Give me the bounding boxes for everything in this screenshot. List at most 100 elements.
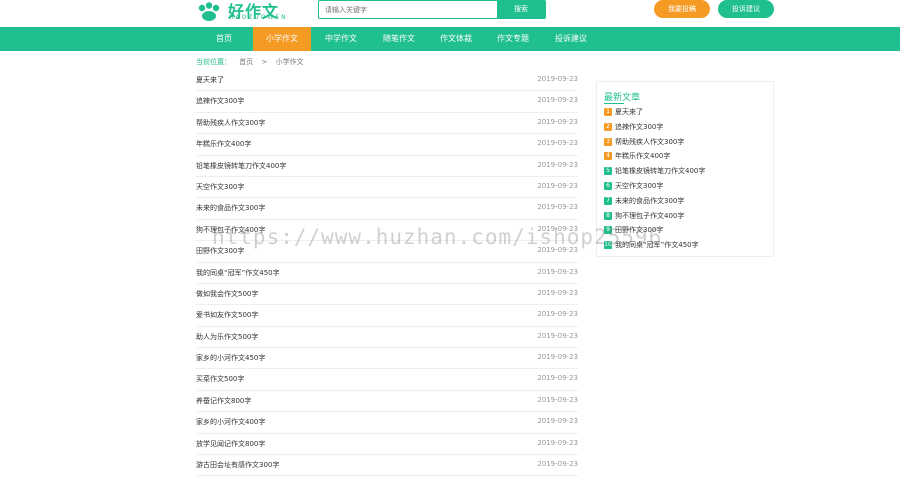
article-title[interactable]: 铅笔橡皮镜转笔刀作文400字 bbox=[196, 161, 286, 171]
breadcrumb-current[interactable]: 小学作文 bbox=[276, 58, 304, 66]
sidebar-item-title[interactable]: 铅笔橡皮镜转笔刀作文400字 bbox=[615, 166, 705, 176]
main-nav: 首页 小学作文 中学作文 随笔作文 作文体裁 作文专题 投诉建议 bbox=[0, 27, 900, 51]
article-title[interactable]: 游古田会址有感作文300字 bbox=[196, 460, 279, 470]
paw-logo-icon bbox=[198, 2, 220, 21]
article-list: 夏天来了 2019-09-23 追辣作文300字 2019-09-23 帮助残疾人作… bbox=[196, 70, 578, 477]
article-date: 2019-09-23 bbox=[537, 353, 578, 362]
nav-item-primary[interactable]: 小学作文 bbox=[253, 27, 311, 51]
list-item[interactable]: 爱书如友作文500字 2019-09-23 bbox=[196, 305, 578, 327]
article-title[interactable]: 帮助残疾人作文300字 bbox=[196, 118, 265, 128]
nav-item-middle[interactable]: 中学作文 bbox=[313, 27, 369, 51]
article-date: 2019-09-23 bbox=[537, 96, 578, 105]
article-title[interactable]: 追辣作文300字 bbox=[196, 96, 244, 106]
article-title[interactable]: 做如我会作文500字 bbox=[196, 289, 258, 299]
article-title[interactable]: 助人为乐作文500字 bbox=[196, 332, 258, 342]
list-item[interactable]: 帮助残疾人作文300字 2019-09-23 bbox=[196, 113, 578, 135]
article-date: 2019-09-23 bbox=[537, 224, 578, 233]
list-item[interactable]: 狗不理包子作文400字 2019-09-23 bbox=[196, 220, 578, 242]
contribute-button[interactable]: 我要投稿 bbox=[654, 0, 710, 18]
article-title[interactable]: 狗不理包子作文400字 bbox=[196, 225, 265, 235]
site-logo[interactable]: 好作文 HAOZUOWEN bbox=[196, 0, 296, 24]
article-date: 2019-09-23 bbox=[537, 374, 578, 383]
list-item[interactable]: 游古田会址有感作文300字 2019-09-23 bbox=[196, 455, 578, 477]
list-item[interactable]: 做如我会作文500字 2019-09-23 bbox=[196, 284, 578, 306]
rank-badge: 6 bbox=[604, 181, 612, 190]
article-date: 2019-09-23 bbox=[537, 267, 578, 276]
article-date: 2019-09-23 bbox=[537, 310, 578, 319]
search-button[interactable]: 搜索 bbox=[497, 0, 545, 19]
article-date: 2019-09-23 bbox=[537, 246, 578, 255]
list-item[interactable]: 我的同桌“冠军”作文450字 2019-09-23 bbox=[196, 263, 578, 284]
sidebar-item-title[interactable]: 天空作文300字 bbox=[615, 181, 663, 191]
sidebar-item-title[interactable]: 帮助残疾人作文300字 bbox=[615, 137, 684, 147]
article-date: 2019-09-23 bbox=[537, 417, 578, 426]
list-item[interactable]: 田野作文300字 2019-09-23 bbox=[196, 241, 578, 263]
rank-badge: 9 bbox=[604, 226, 612, 235]
sidebar-item-title[interactable]: 未来的食品作文300字 bbox=[615, 196, 684, 206]
rank-badge: 3 bbox=[604, 137, 612, 146]
sidebar-item-title[interactable]: 夏天来了 bbox=[615, 107, 643, 117]
logo-subtitle: HAOZUOWEN bbox=[229, 14, 288, 21]
article-date: 2019-09-23 bbox=[537, 160, 578, 169]
nav-item-suggest[interactable]: 投诉建议 bbox=[543, 27, 599, 51]
article-date: 2019-09-23 bbox=[537, 395, 578, 404]
article-date: 2019-09-23 bbox=[537, 288, 578, 297]
article-date: 2019-09-23 bbox=[537, 203, 578, 212]
nav-item-genre[interactable]: 作文体裁 bbox=[428, 27, 484, 51]
rank-badge: 1 bbox=[604, 108, 612, 116]
breadcrumb: 当前位置： 首页 > 小学作文 bbox=[196, 57, 310, 67]
rank-badge: 5 bbox=[604, 167, 612, 176]
article-date: 2019-09-23 bbox=[537, 331, 578, 340]
article-title[interactable]: 天空作文300字 bbox=[196, 182, 244, 192]
rank-badge: 4 bbox=[604, 152, 612, 161]
list-item[interactable]: 买菜作文500字 2019-09-23 bbox=[196, 369, 578, 391]
article-date: 2019-09-23 bbox=[537, 117, 578, 126]
sidebar-item-title[interactable]: 年糕乐作文400字 bbox=[615, 151, 670, 161]
article-title[interactable]: 买菜作文500字 bbox=[196, 374, 244, 384]
list-item[interactable]: 未来的食品作文300字 2019-09-23 bbox=[196, 198, 578, 220]
article-title[interactable]: 家乡的小河作文450字 bbox=[196, 353, 265, 363]
article-title[interactable]: 未来的食品作文300字 bbox=[196, 203, 265, 213]
sidebar-item-title[interactable]: 追辣作文300字 bbox=[615, 122, 663, 132]
article-date: 2019-09-23 bbox=[537, 460, 578, 469]
list-item[interactable]: 追辣作文300字 2019-09-23 bbox=[196, 91, 578, 113]
breadcrumb-separator: > bbox=[261, 58, 268, 66]
list-item[interactable]: 天空作文300字 2019-09-23 bbox=[196, 177, 578, 199]
breadcrumb-home[interactable]: 首页 bbox=[239, 58, 253, 66]
sidebar-item-title[interactable]: 我的同桌“冠军”作文450字 bbox=[615, 240, 699, 250]
search-box: 搜索 bbox=[318, 0, 546, 19]
article-title[interactable]: 我的同桌“冠军”作文450字 bbox=[196, 268, 280, 278]
list-item[interactable]: 家乡的小河作文400字 2019-09-23 bbox=[196, 412, 578, 434]
article-title[interactable]: 爱书如友作文500字 bbox=[196, 310, 258, 320]
rank-badge: 10 bbox=[604, 241, 612, 250]
latest-articles-panel: 最新文章 1 夏天来了 2 追辣作文300字 3 帮助残疾人作文300字 4 年糕乐作文… bbox=[596, 81, 774, 257]
list-item[interactable]: 年糕乐作文400字 2019-09-23 bbox=[196, 134, 578, 156]
nav-item-essay[interactable]: 随笔作文 bbox=[371, 27, 427, 51]
heading-underline bbox=[604, 103, 624, 104]
article-title[interactable]: 养蚕记作文800字 bbox=[196, 396, 251, 406]
suggest-button[interactable]: 投诉建议 bbox=[718, 0, 774, 18]
article-date: 2019-09-23 bbox=[537, 75, 578, 83]
breadcrumb-label: 当前位置： bbox=[196, 58, 231, 66]
list-item[interactable]: 家乡的小河作文450字 2019-09-23 bbox=[196, 348, 578, 370]
sidebar-item-title[interactable]: 狗不理包子作文400字 bbox=[615, 211, 684, 221]
article-title[interactable]: 夏天来了 bbox=[196, 75, 224, 85]
list-item[interactable]: 助人为乐作文500字 2019-09-23 bbox=[196, 327, 578, 349]
list-item[interactable]: 放学见闻记作文800字 2019-09-23 bbox=[196, 434, 578, 456]
list-item[interactable]: 夏天来了 2019-09-23 bbox=[196, 70, 578, 92]
sidebar-heading: 最新文章 bbox=[604, 93, 641, 103]
sidebar-item-title[interactable]: 田野作文300字 bbox=[615, 225, 663, 235]
header: 好作文 HAOZUOWEN 搜索 我要投稿 投诉建议 bbox=[0, 0, 900, 26]
nav-item-home[interactable]: 首页 bbox=[198, 27, 250, 51]
article-title[interactable]: 年糕乐作文400字 bbox=[196, 139, 251, 149]
rank-badge: 7 bbox=[604, 196, 612, 205]
article-title[interactable]: 放学见闻记作文800字 bbox=[196, 439, 265, 449]
article-title[interactable]: 家乡的小河作文400字 bbox=[196, 417, 265, 427]
article-date: 2019-09-23 bbox=[537, 139, 578, 148]
nav-item-topic[interactable]: 作文专题 bbox=[485, 27, 541, 51]
list-item[interactable]: 养蚕记作文800字 2019-09-23 bbox=[196, 391, 578, 413]
search-input[interactable] bbox=[319, 1, 509, 18]
article-date: 2019-09-23 bbox=[537, 181, 578, 190]
list-item[interactable]: 铅笔橡皮镜转笔刀作文400字 2019-09-23 bbox=[196, 156, 578, 177]
article-title[interactable]: 田野作文300字 bbox=[196, 246, 244, 256]
